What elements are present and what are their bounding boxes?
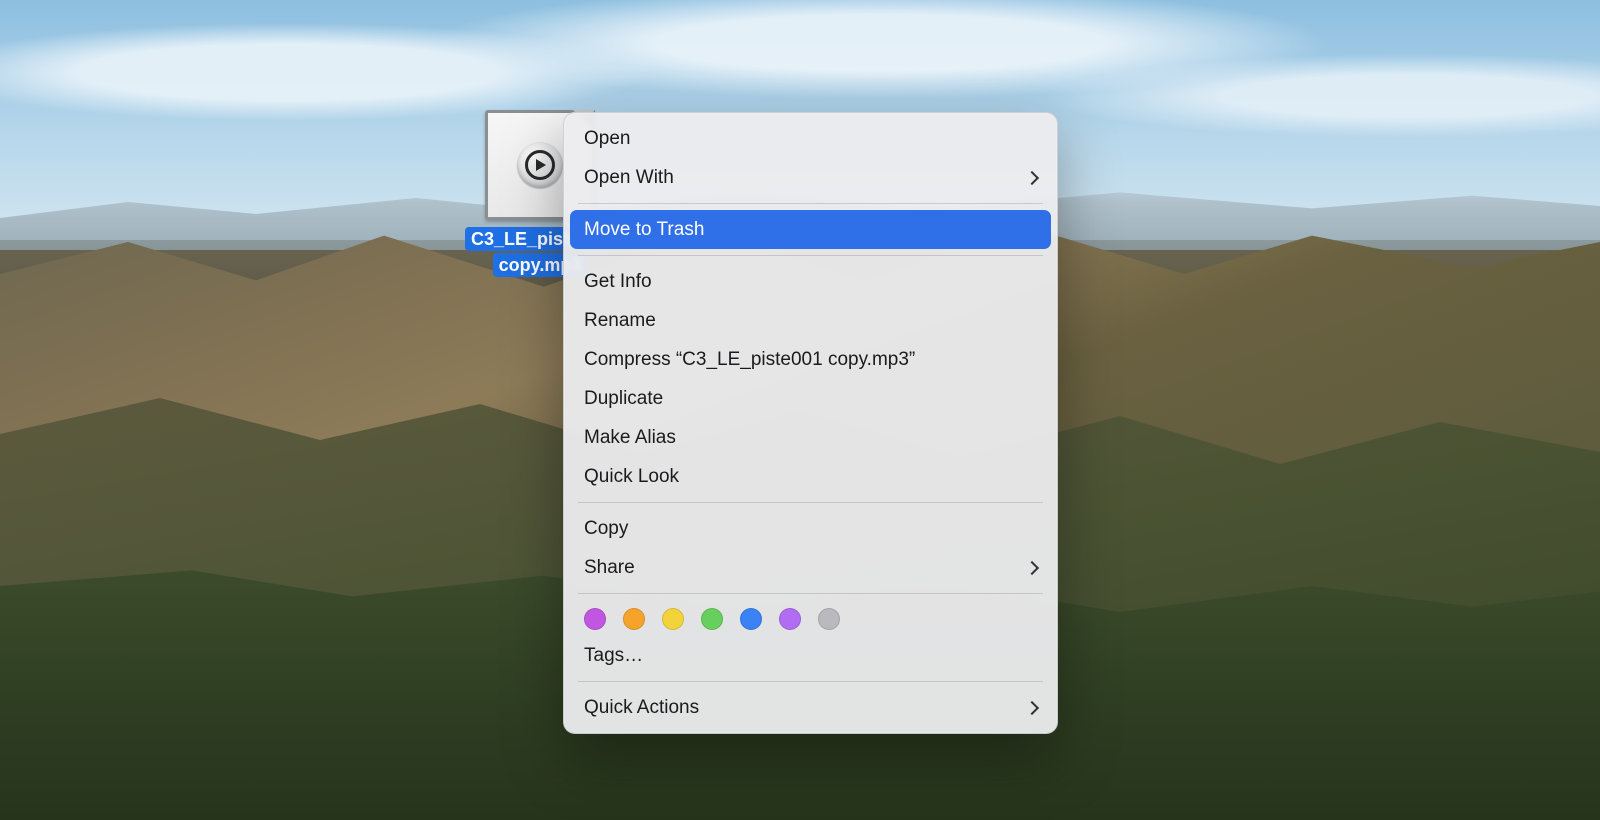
menu-item-open-with[interactable]: Open With — [570, 158, 1051, 197]
tag-color-orange[interactable] — [623, 608, 645, 630]
tag-color-row — [570, 600, 1051, 636]
chevron-right-icon — [1025, 170, 1039, 184]
menu-item-label: Get Info — [584, 271, 652, 293]
menu-separator — [578, 502, 1043, 503]
menu-item-label: Open With — [584, 167, 674, 189]
menu-item-label: Tags… — [584, 645, 643, 667]
menu-separator — [578, 255, 1043, 256]
menu-item-tags[interactable]: Tags… — [570, 636, 1051, 675]
menu-item-quick-actions[interactable]: Quick Actions — [570, 688, 1051, 727]
menu-item-rename[interactable]: Rename — [570, 301, 1051, 340]
menu-item-copy[interactable]: Copy — [570, 509, 1051, 548]
tag-color-violet[interactable] — [779, 608, 801, 630]
menu-separator — [578, 203, 1043, 204]
tag-color-gray[interactable] — [818, 608, 840, 630]
tag-color-yellow[interactable] — [662, 608, 684, 630]
play-icon — [517, 142, 563, 188]
menu-item-share[interactable]: Share — [570, 548, 1051, 587]
menu-item-label: Rename — [584, 310, 656, 332]
menu-item-trash[interactable]: Move to Trash — [570, 210, 1051, 249]
chevron-right-icon — [1025, 560, 1039, 574]
menu-item-compress[interactable]: Compress “C3_LE_piste001 copy.mp3” — [570, 340, 1051, 379]
menu-item-label: Move to Trash — [584, 219, 704, 241]
tag-color-blue[interactable] — [740, 608, 762, 630]
menu-item-label: Duplicate — [584, 388, 663, 410]
menu-item-label: Share — [584, 557, 635, 579]
menu-item-label: Compress “C3_LE_piste001 copy.mp3” — [584, 349, 915, 371]
menu-separator — [578, 681, 1043, 682]
menu-item-label: Copy — [584, 518, 628, 540]
menu-item-alias[interactable]: Make Alias — [570, 418, 1051, 457]
chevron-right-icon — [1025, 700, 1039, 714]
menu-item-label: Make Alias — [584, 427, 676, 449]
tag-color-purple[interactable] — [584, 608, 606, 630]
menu-item-get-info[interactable]: Get Info — [570, 262, 1051, 301]
menu-item-open[interactable]: Open — [570, 119, 1051, 158]
menu-item-duplicate[interactable]: Duplicate — [570, 379, 1051, 418]
menu-item-label: Open — [584, 128, 630, 150]
menu-item-label: Quick Look — [584, 466, 679, 488]
menu-item-quick-look[interactable]: Quick Look — [570, 457, 1051, 496]
menu-separator — [578, 593, 1043, 594]
menu-item-label: Quick Actions — [584, 697, 699, 719]
tag-color-green[interactable] — [701, 608, 723, 630]
context-menu[interactable]: Open Open With Move to Trash Get Info Rename… — [563, 112, 1058, 734]
